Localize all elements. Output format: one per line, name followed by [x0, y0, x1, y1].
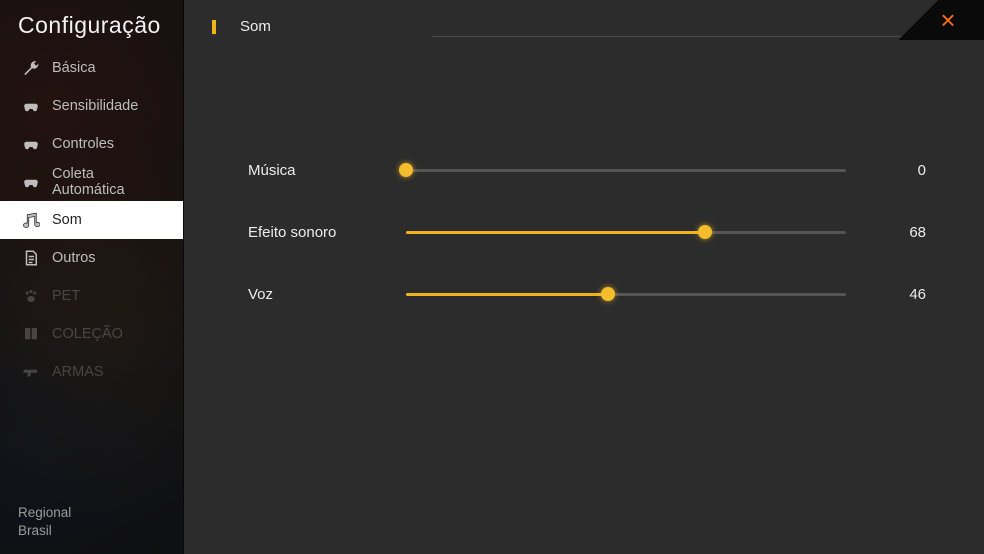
accent-bar: [212, 20, 216, 34]
footer-region-value: Brasil: [18, 522, 165, 540]
slider-value: 46: [870, 286, 926, 303]
slider-row-efeito-sonoro: Efeito sonoro 68: [248, 217, 926, 247]
slider-thumb[interactable]: [399, 163, 413, 177]
slider-label: Voz: [248, 286, 406, 303]
slider-track: [406, 169, 846, 172]
sidebar-item-coleta-automa-tica[interactable]: Coleta Automática: [0, 163, 183, 201]
slider[interactable]: [406, 217, 846, 247]
slider-fill: [406, 231, 705, 234]
close-icon: ×: [940, 7, 955, 33]
slider-label: Efeito sonoro: [248, 224, 406, 241]
gun-icon: [22, 363, 40, 381]
slider-thumb[interactable]: [698, 225, 712, 239]
sidebar-item-label: Sensibilidade: [52, 98, 138, 114]
divider: [432, 36, 956, 37]
sidebar-item-outros[interactable]: Outros: [0, 239, 183, 277]
music-icon: [22, 211, 40, 229]
sidebar-item-label: Coleta Automática: [52, 166, 167, 198]
slider-value: 0: [870, 162, 926, 179]
slider-thumb[interactable]: [601, 287, 615, 301]
sidebar-footer: Regional Brasil: [0, 496, 183, 554]
slider-row-mu-sica: Música 0: [248, 155, 926, 185]
close-button[interactable]: ×: [896, 0, 984, 40]
sidebar-item-label: COLEÇÃO: [52, 326, 123, 342]
sidebar-item-som[interactable]: Som: [0, 201, 183, 239]
sidebar-item-pet[interactable]: PET: [0, 277, 183, 315]
wrench-icon: [22, 59, 40, 77]
sidebar-item-label: Controles: [52, 136, 114, 152]
sidebar-item-sensibilidade[interactable]: Sensibilidade: [0, 87, 183, 125]
sidebar-item-label: Básica: [52, 60, 96, 76]
panel-header: Som: [212, 18, 956, 35]
slider-label: Música: [248, 162, 406, 179]
slider-track: [406, 231, 846, 234]
sidebar-item-label: PET: [52, 288, 80, 304]
panel-title: Som: [240, 18, 271, 35]
slider-fill: [406, 293, 608, 296]
paper-icon: [22, 249, 40, 267]
controller-icon: [22, 135, 40, 153]
slider[interactable]: [406, 155, 846, 185]
main-panel: Som Música 0 Efeito sonoro 68 Voz 46: [184, 0, 984, 554]
slider-track: [406, 293, 846, 296]
sidebar: Configuração Básica Sensibilidade Controle…: [0, 0, 184, 554]
sliders-container: Música 0 Efeito sonoro 68 Voz 46: [212, 155, 956, 309]
footer-region-label: Regional: [18, 504, 165, 522]
controller-icon: [22, 97, 40, 115]
sidebar-nav: Básica Sensibilidade Controles Coleta Autom…: [0, 49, 183, 496]
sidebar-item-label: Som: [52, 212, 82, 228]
sidebar-item-controles[interactable]: Controles: [0, 125, 183, 163]
book-icon: [22, 325, 40, 343]
sidebar-item-ba-sica[interactable]: Básica: [0, 49, 183, 87]
slider-row-voz: Voz 46: [248, 279, 926, 309]
controller-icon: [22, 173, 40, 191]
slider-value: 68: [870, 224, 926, 241]
slider[interactable]: [406, 279, 846, 309]
sidebar-item-label: ARMAS: [52, 364, 104, 380]
sidebar-item-label: Outros: [52, 250, 96, 266]
sidebar-item-armas[interactable]: ARMAS: [0, 353, 183, 391]
page-title: Configuração: [0, 0, 183, 49]
paw-icon: [22, 287, 40, 305]
sidebar-item-colec-a-o[interactable]: COLEÇÃO: [0, 315, 183, 353]
